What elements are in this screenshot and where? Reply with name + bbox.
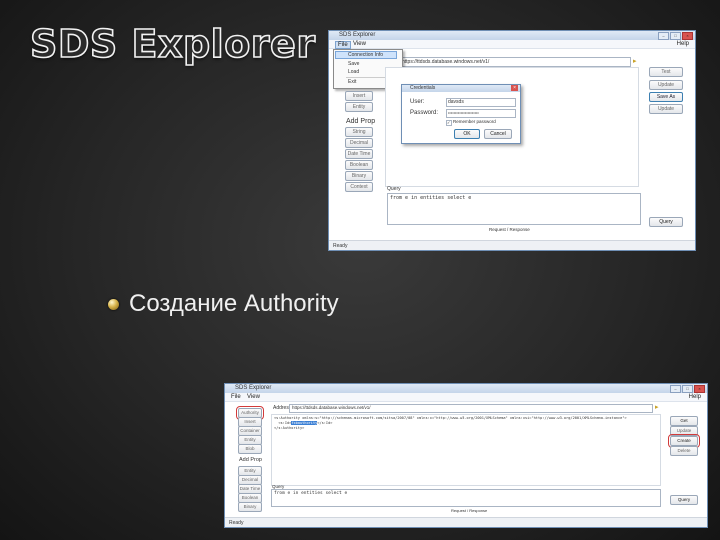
- go-icon[interactable]: ▸: [633, 57, 637, 65]
- menu-help-2[interactable]: Help: [689, 394, 701, 400]
- bullet-item: Создание Authority: [108, 290, 339, 318]
- query-input[interactable]: from e in entities select e: [387, 193, 641, 225]
- sds-explorer-window-2: SDS Explorer – □ × File View Help Addres…: [224, 383, 708, 528]
- cancel-button[interactable]: Cancel: [484, 129, 512, 139]
- prop-datetime-button[interactable]: Date Time: [345, 149, 373, 159]
- close-icon-2[interactable]: ×: [694, 385, 705, 393]
- test-button[interactable]: Test: [649, 67, 683, 77]
- add-prop-label-2: Add Prop: [239, 457, 262, 463]
- prop-boolean-button[interactable]: Boolean: [345, 160, 373, 170]
- status-text: Ready: [333, 243, 348, 249]
- minimize-icon[interactable]: –: [658, 32, 669, 40]
- dialog-title: Credentials: [410, 85, 436, 91]
- get-button[interactable]: Get: [670, 416, 698, 426]
- minimize-icon-2[interactable]: –: [670, 385, 681, 393]
- xml-content-area[interactable]: <s:Authority xmlns:s="http://schemas.mic…: [271, 414, 661, 486]
- window-title-2: SDS Explorer: [235, 385, 272, 391]
- menu-view[interactable]: View: [353, 41, 366, 47]
- add-prop-label: Add Prop: [346, 118, 376, 125]
- resize-hint[interactable]: Request / Response: [489, 227, 530, 232]
- remember-checkbox[interactable]: ✓: [446, 120, 452, 126]
- close-icon[interactable]: ×: [682, 32, 693, 40]
- menu-item-load[interactable]: Load: [348, 69, 359, 75]
- sds-explorer-window-1: SDS Explorer – □ × File View Help https:…: [328, 30, 696, 251]
- menu-bar-2: File View Help: [225, 393, 707, 402]
- update-button[interactable]: Update: [649, 80, 683, 90]
- dialog-close-icon[interactable]: ×: [511, 85, 518, 91]
- menu-file-2[interactable]: File: [231, 394, 241, 400]
- credentials-dialog: Credentials × User: davsds Password: •••…: [401, 84, 521, 144]
- menu-item-connection-info[interactable]: Connection Info: [335, 51, 397, 59]
- title-bar-2: SDS Explorer – □ ×: [225, 384, 707, 393]
- xml-line-1: <s:Authority xmlns:s="http://schemas.mic…: [274, 416, 627, 420]
- dialog-title-bar: Credentials ×: [402, 85, 520, 92]
- remember-label: Remember password: [453, 119, 496, 124]
- xml-line-2: <s:Id>fxbauthority</s:Id>: [274, 421, 333, 425]
- password-label: Password:: [410, 110, 439, 116]
- menu-view-2[interactable]: View: [247, 394, 260, 400]
- bullet-text: Создание Authority: [129, 290, 339, 317]
- title-bar: SDS Explorer – □ ×: [329, 31, 695, 40]
- window-title: SDS Explorer: [339, 32, 376, 38]
- blob-button[interactable]: Blob: [238, 444, 262, 454]
- insert-button[interactable]: Insert: [345, 91, 373, 101]
- password-input[interactable]: ••••••••••••••••••••••: [446, 109, 516, 118]
- prop-binary-button[interactable]: Binary: [345, 171, 373, 181]
- prop-decimal-button[interactable]: Decimal: [345, 138, 373, 148]
- update-button-2[interactable]: Update: [649, 104, 683, 114]
- prop-string-button[interactable]: String: [345, 127, 373, 137]
- menu-item-exit[interactable]: Exit: [348, 79, 356, 85]
- delete-button[interactable]: Delete: [670, 446, 698, 456]
- menu-help[interactable]: Help: [677, 41, 689, 47]
- query-input-2[interactable]: from e in entities select e: [271, 489, 661, 507]
- address-field[interactable]: https://ttdsds.database.windows.net/v1/: [399, 57, 631, 67]
- query-button[interactable]: Query: [649, 217, 683, 227]
- update-button-3[interactable]: Update: [670, 426, 698, 436]
- prop-context-button[interactable]: Context: [345, 182, 373, 192]
- user-input[interactable]: davsds: [446, 98, 516, 107]
- xml-line-3: </s:Authority>: [274, 426, 305, 430]
- save-as-button[interactable]: Save As: [649, 92, 683, 102]
- maximize-icon[interactable]: □: [670, 32, 681, 40]
- slide-title: SDS Explorer: [29, 21, 316, 67]
- address-field-2[interactable]: https://ttdsds.database.windows.net/v1/: [289, 404, 653, 413]
- ok-button[interactable]: OK: [454, 129, 480, 139]
- status-bar: Ready: [329, 240, 695, 250]
- menu-bar: File View Help: [329, 40, 695, 49]
- xml-highlight: fxbauthority: [291, 421, 318, 425]
- resize-hint-2[interactable]: Request / Response: [451, 508, 487, 513]
- prop-binary-button-2[interactable]: Binary: [238, 502, 262, 512]
- entity-button[interactable]: Entity: [345, 102, 373, 112]
- bullet-icon: [108, 298, 119, 310]
- create-button[interactable]: Create: [668, 434, 700, 448]
- user-label: User:: [410, 99, 425, 105]
- query-button-2[interactable]: Query: [670, 495, 698, 505]
- status-text-2: Ready: [229, 520, 244, 526]
- go-icon-2[interactable]: ▸: [655, 403, 659, 411]
- query-label: Query: [387, 186, 401, 192]
- menu-item-save[interactable]: Save: [348, 61, 359, 67]
- maximize-icon-2[interactable]: □: [682, 385, 693, 393]
- menu-file[interactable]: File: [335, 41, 351, 49]
- status-bar-2: Ready: [225, 517, 707, 527]
